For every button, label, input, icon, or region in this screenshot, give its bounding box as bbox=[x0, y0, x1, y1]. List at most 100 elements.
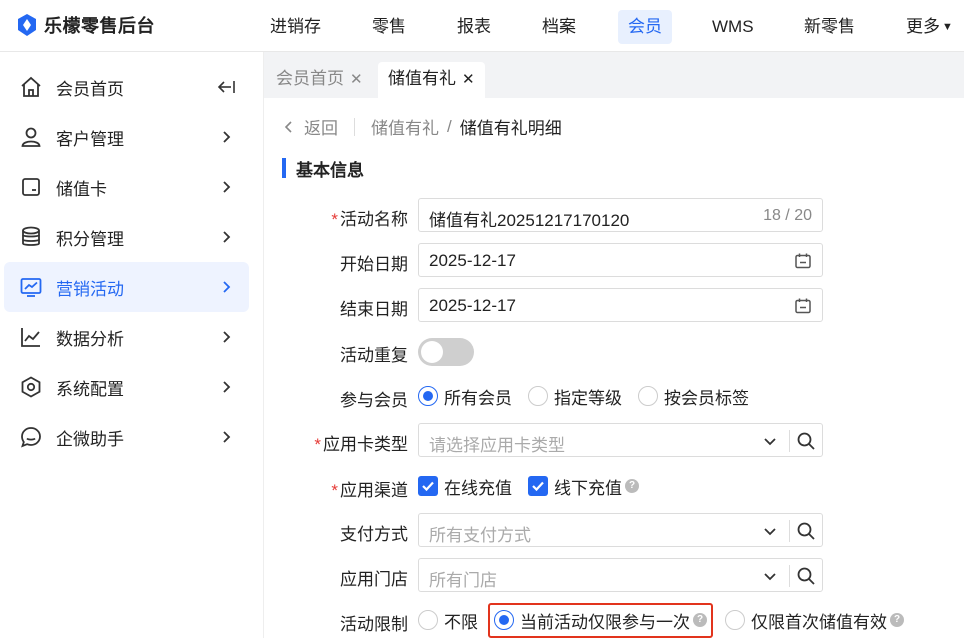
radio-button[interactable] bbox=[638, 386, 658, 406]
store-select[interactable]: 所有门店 bbox=[418, 558, 823, 592]
close-tab-icon[interactable]: ✕ bbox=[350, 71, 363, 88]
radio-label: 指定等级 bbox=[554, 388, 622, 408]
sidebar-item-system-config[interactable]: 系统配置 bbox=[4, 362, 249, 412]
help-icon[interactable]: ? bbox=[625, 479, 639, 493]
tab-stored-value-gift[interactable]: 储值有礼 ✕ bbox=[378, 62, 485, 98]
radio-label: 不限 bbox=[444, 612, 478, 632]
sidebar-item-label: 营销活动 bbox=[56, 279, 124, 299]
radio-button[interactable] bbox=[528, 386, 548, 406]
topnav-item-new-retail[interactable]: 新零售 bbox=[794, 10, 865, 44]
user-icon bbox=[18, 124, 44, 150]
chevron-right-icon bbox=[219, 180, 233, 194]
topnav-item-jxc[interactable]: 进销存 bbox=[260, 10, 331, 44]
checkbox[interactable] bbox=[528, 476, 548, 496]
form-row-limit: 活动限制 不限 当前活动仅限参与一次? 仅限首次储值有效? bbox=[264, 602, 964, 638]
radio-specified-level[interactable]: 指定等级 bbox=[528, 384, 622, 409]
chat-icon bbox=[18, 424, 44, 450]
channel-checkbox-group: 在线充值 线下充值 ? bbox=[418, 469, 655, 503]
checkbox-online-recharge[interactable]: 在线充值 bbox=[418, 474, 512, 499]
chart-icon bbox=[18, 324, 44, 350]
activity-name-input[interactable]: 储值有礼20251217170120 18 / 20 bbox=[418, 198, 823, 232]
sidebar-item-points[interactable]: 积分管理 bbox=[4, 212, 249, 262]
search-icon[interactable] bbox=[796, 431, 816, 451]
help-icon[interactable]: ? bbox=[693, 613, 707, 627]
search-icon[interactable] bbox=[796, 521, 816, 541]
sidebar-item-customers[interactable]: 客户管理 bbox=[4, 112, 249, 162]
chevron-right-icon bbox=[219, 380, 233, 394]
field-divider bbox=[789, 565, 790, 587]
sidebar: 会员首页 客户管理 储值卡 积分管理 营销活动 数据分析 系统配置 企微助手 bbox=[0, 52, 264, 638]
sidebar-item-wecom-assistant[interactable]: 企微助手 bbox=[4, 412, 249, 462]
end-date-value: 2025-12-17 bbox=[429, 296, 516, 315]
checkbox-label: 在线充值 bbox=[444, 478, 512, 498]
topnav-item-retail[interactable]: 零售 bbox=[362, 10, 416, 44]
close-tab-icon[interactable]: ✕ bbox=[462, 71, 475, 88]
top-bar: 乐檬零售后台 进销存 零售 报表 档案 会员 WMS 新零售 更多 ▼ bbox=[0, 0, 964, 52]
chevron-down-icon[interactable] bbox=[762, 433, 778, 449]
radio-button[interactable] bbox=[494, 610, 514, 630]
radio-button[interactable] bbox=[725, 610, 745, 630]
tab-member-home[interactable]: 会员首页 ✕ bbox=[266, 62, 373, 98]
chevron-down-icon[interactable] bbox=[762, 568, 778, 584]
card-type-placeholder: 请选择应用卡类型 bbox=[429, 436, 565, 455]
repeat-toggle[interactable] bbox=[418, 338, 474, 366]
sidebar-item-label: 企微助手 bbox=[56, 429, 124, 449]
label-text: 活动名称 bbox=[340, 210, 408, 229]
search-icon[interactable] bbox=[796, 566, 816, 586]
sidebar-item-marketing[interactable]: 营销活动 bbox=[4, 262, 249, 312]
checkbox[interactable] bbox=[418, 476, 438, 496]
topnav-item-reports[interactable]: 报表 bbox=[447, 10, 501, 44]
chevron-right-icon bbox=[219, 330, 233, 344]
end-date-label: 结束日期 bbox=[340, 300, 408, 319]
topnav-item-archive[interactable]: 档案 bbox=[532, 10, 586, 44]
tab-bar: 会员首页 ✕ 储值有礼 ✕ bbox=[264, 52, 964, 98]
repeat-label: 活动重复 bbox=[340, 346, 408, 365]
calendar-icon[interactable] bbox=[794, 297, 812, 315]
radio-no-limit[interactable]: 不限 bbox=[418, 608, 478, 633]
radio-once-only[interactable]: 当前活动仅限参与一次? bbox=[488, 602, 713, 638]
chevron-down-icon[interactable] bbox=[762, 523, 778, 539]
top-nav: 进销存 零售 报表 档案 会员 WMS 新零售 更多 ▼ bbox=[250, 0, 964, 52]
members-label: 参与会员 bbox=[340, 391, 408, 410]
checkbox-label: 线下充值 bbox=[554, 478, 622, 498]
radio-button[interactable] bbox=[418, 610, 438, 630]
help-icon[interactable]: ? bbox=[890, 613, 904, 627]
sidebar-item-member-home[interactable]: 会员首页 bbox=[4, 62, 249, 112]
sidebar-item-stored-value-card[interactable]: 储值卡 bbox=[4, 162, 249, 212]
activity-name-label: * 活动名称 bbox=[331, 205, 408, 230]
breadcrumb: 返回 储值有礼 / 储值有礼明细 bbox=[282, 114, 562, 139]
form-row-end-date: 结束日期 2025-12-17 bbox=[264, 288, 964, 322]
payment-select[interactable]: 所有支付方式 bbox=[418, 513, 823, 547]
breadcrumb-parent[interactable]: 储值有礼 bbox=[371, 114, 439, 139]
form-row-card-type: * 应用卡类型 请选择应用卡类型 bbox=[264, 423, 964, 457]
calendar-icon[interactable] bbox=[794, 252, 812, 270]
chevron-right-icon bbox=[219, 280, 233, 294]
back-label: 返回 bbox=[304, 119, 338, 138]
collapse-sidebar-icon[interactable] bbox=[217, 80, 235, 94]
marketing-icon bbox=[18, 274, 44, 300]
radio-button[interactable] bbox=[418, 386, 438, 406]
radio-label: 仅限首次储值有效 bbox=[751, 612, 887, 632]
section-header: 基本信息 bbox=[282, 156, 364, 180]
start-date-picker[interactable]: 2025-12-17 bbox=[418, 243, 823, 277]
form-row-store: 应用门店 所有门店 bbox=[264, 558, 964, 592]
topnav-item-wms[interactable]: WMS bbox=[702, 10, 764, 44]
radio-member-tag[interactable]: 按会员标签 bbox=[638, 384, 749, 409]
sidebar-item-analytics[interactable]: 数据分析 bbox=[4, 312, 249, 362]
end-date-picker[interactable]: 2025-12-17 bbox=[418, 288, 823, 322]
database-icon bbox=[18, 224, 44, 250]
card-type-select[interactable]: 请选择应用卡类型 bbox=[418, 423, 823, 457]
home-icon bbox=[18, 74, 44, 100]
radio-first-recharge-only[interactable]: 仅限首次储值有效? bbox=[725, 608, 904, 633]
topnav-item-member[interactable]: 会员 bbox=[618, 10, 672, 44]
app-logo[interactable]: 乐檬零售后台 bbox=[16, 12, 155, 38]
radio-all-members[interactable]: 所有会员 bbox=[418, 384, 512, 409]
back-link[interactable]: 返回 bbox=[282, 114, 338, 139]
required-mark: * bbox=[331, 210, 338, 229]
sidebar-item-label: 会员首页 bbox=[56, 79, 124, 99]
topnav-item-more[interactable]: 更多 ▼ bbox=[896, 10, 957, 44]
breadcrumb-separator: / bbox=[447, 116, 452, 136]
checkbox-offline-recharge[interactable]: 线下充值 ? bbox=[528, 474, 639, 499]
label-text: 应用卡类型 bbox=[323, 435, 408, 454]
field-divider bbox=[789, 520, 790, 542]
